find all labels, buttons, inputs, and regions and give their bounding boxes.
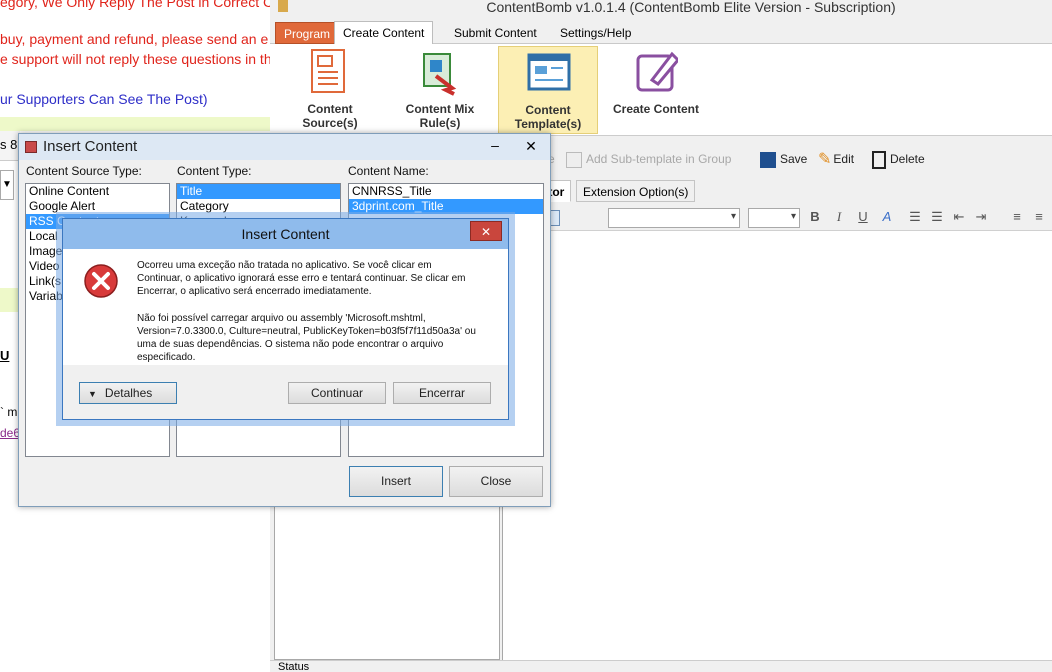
expand-arrow-icon: ▼ [88,389,97,399]
bg-dropdown-arrow[interactable]: ▼ [0,170,14,200]
bg-fragment-s8: s 8 [0,131,20,161]
bg-notice-line-1: egory, We Only Reply The Post in Correct… [0,0,274,10]
list-item[interactable]: 3dprint.com_Title [349,199,543,214]
menu-tab-bar: Program Create Content Submit Content Se… [270,20,1052,45]
editor-tab-bar: ate Editor Extension Option(s) [502,180,1052,204]
continue-button[interactable]: Continuar [288,382,386,404]
bold-icon[interactable]: B [806,209,824,224]
create-content-label: Create Content [612,102,699,116]
italic-icon[interactable]: I [830,209,848,225]
tab-create-content[interactable]: Create Content [334,21,434,45]
content-mix-rules-button[interactable]: Content Mix Rule(s) [390,46,490,134]
document-icon [311,49,345,93]
error-dialog-title: Insert Content [241,226,330,242]
edit-label: Edit [833,152,855,166]
error-message-1: Ocorreu uma exceção não tratada no aplic… [137,260,466,297]
indent-icon[interactable]: ⇥ [972,209,990,225]
minimize-icon[interactable]: – [485,136,505,156]
create-content-button[interactable]: Create Content [606,46,706,134]
align-center-icon[interactable]: ≡ [1030,209,1048,224]
trash-icon [872,150,886,169]
exit-button[interactable]: Encerrar [393,382,491,404]
edit-button[interactable]: ✎ Edit [818,150,854,169]
template-list-pane[interactable] [274,500,500,660]
align-left-icon[interactable]: ≡ [1008,209,1026,224]
underline-icon[interactable]: U [854,209,872,224]
bg-notice-line-3: e support will not reply these questions… [0,51,272,67]
details-label: Detalhes [104,386,153,400]
pencil-icon [636,51,678,92]
content-templates-button[interactable]: Content Template(s) [498,46,598,134]
error-message-2: Não foi possível carregar arquivo ou ass… [137,313,476,363]
close-icon[interactable]: ✕ [521,136,541,156]
bg-green-bar [0,117,270,131]
tab-submit-content[interactable]: Submit Content [446,22,545,44]
ribbon: Content Source(s) Content Mix Rule(s) Co… [270,44,1052,136]
template-editor-area[interactable] [502,231,1052,661]
font-size-select[interactable] [748,208,800,228]
add-subtemplate-label: Add Sub-template in Group [586,152,732,166]
delete-label: Delete [890,152,925,166]
content-type-label: Content Type: [177,164,252,178]
list-item[interactable]: CNNRSS_Title [349,184,543,199]
font-family-select[interactable] [608,208,740,228]
dialog-app-icon [25,141,37,153]
error-close-icon[interactable]: ✕ [470,221,502,241]
template-icon [527,53,571,91]
delete-button[interactable]: Delete [872,150,925,169]
list-item[interactable]: Google Alert [26,199,169,214]
error-dialog-body: Ocorreu uma exceção não tratada no aplic… [63,249,508,365]
window-title: ContentBomb v1.0.1.4 (ContentBomb Elite … [486,0,896,15]
status-bar: Status [270,660,1052,672]
floppy-icon [760,151,776,168]
mix-rule-icon [423,53,457,96]
bg-supporters-line: ur Supporters Can See The Post) [0,91,208,107]
insert-button[interactable]: Insert [349,466,443,497]
tab-program[interactable]: Program [275,22,340,44]
save-label: Save [780,152,808,166]
save-button[interactable]: Save [760,150,807,168]
add-subtemplate-button[interactable]: Add Sub-template in Group [566,150,731,168]
list-item[interactable]: Category [177,199,340,214]
content-name-label: Content Name: [348,164,429,178]
outdent-icon[interactable]: ⇤ [950,209,968,225]
list-item[interactable]: Online Content [26,184,169,199]
bg-notice-line-2: buy, payment and refund, please send an … [0,31,269,47]
details-button[interactable]: ▼ Detalhes [79,382,177,404]
error-dialog-titlebar: Insert Content [63,219,508,249]
bullet-list-icon[interactable]: ☰ [928,209,946,225]
font-color-icon[interactable]: A [878,209,896,224]
tab-extension-options[interactable]: Extension Option(s) [576,180,696,202]
content-templates-label: Content Template(s) [514,103,582,131]
insert-content-titlebar: Insert Content [19,134,550,160]
add-subtemplate-icon [566,151,582,168]
error-icon [84,264,118,298]
insert-content-title: Insert Content [43,138,138,155]
error-dialog: Insert Content ✕ Ocorreu uma exceção não… [62,218,509,420]
source-type-label: Content Source Type: [26,164,142,178]
list-item[interactable]: Title [177,184,340,199]
tab-settings-help[interactable]: Settings/Help [552,22,639,44]
content-sources-label: Content Source(s) [302,102,358,130]
bg-fragment-m: ` m [0,405,18,419]
editor-format-bar: B I U A ☰ ☰ ⇤ ⇥ ≡ ≡ [502,205,1052,231]
content-sources-button[interactable]: Content Source(s) [280,46,380,134]
edit-pencil-icon: ✎ [818,150,832,168]
content-mix-rules-label: Content Mix Rule(s) [405,102,475,130]
numbered-list-icon[interactable]: ☰ [906,209,924,225]
bg-green-block [0,288,20,312]
bg-underline-u: U [0,348,10,363]
close-button[interactable]: Close [449,466,543,497]
